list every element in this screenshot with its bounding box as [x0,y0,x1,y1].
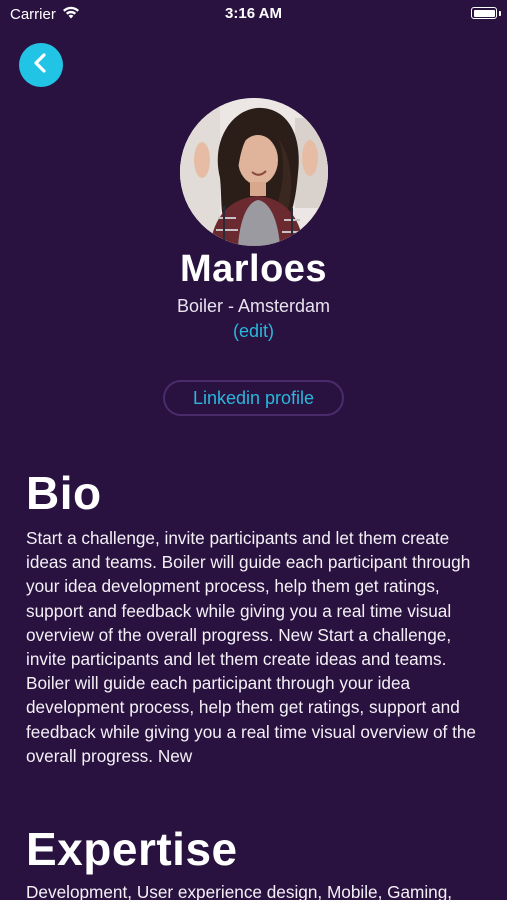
chevron-left-icon [31,52,51,79]
status-bar: Carrier 3:16 AM [0,0,507,28]
bio-title: Bio [26,467,102,519]
edit-link[interactable]: (edit) [233,321,274,341]
avatar [180,98,328,246]
battery-icon [471,7,497,19]
back-button[interactable] [19,43,63,87]
status-time: 3:16 AM [225,5,282,22]
expertise-title: Expertise [26,823,238,875]
edit-link-row: (edit) [0,321,507,342]
battery-tip [499,11,501,16]
linkedin-profile-label: Linkedin profile [192,387,315,408]
profile-subtitle: Boiler - Amsterdam [176,296,331,316]
bio-text: Start a challenge, invite participants a… [26,528,476,766]
profile-name: Marloes [179,248,328,290]
linkedin-profile-button[interactable]: Linkedin profile [163,380,344,416]
expertise-text: Development, User experience design, Mob… [26,882,453,900]
